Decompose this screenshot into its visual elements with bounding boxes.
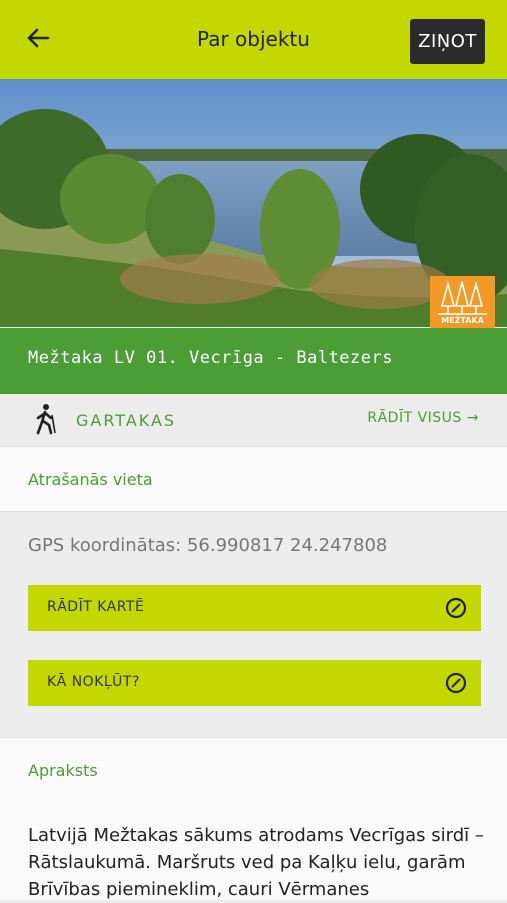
svg-text:MEŽTAKA: MEŽTAKA	[441, 314, 484, 325]
description-text: Latvijā Mežtakas sākums atrodams Vecrīga…	[28, 825, 484, 900]
gps-coordinates: GPS koordinātas: 56.990817 24.247808	[28, 535, 388, 556]
top-app-bar: Par objektu ZIŅOT	[0, 0, 507, 79]
description-section-title: Apraksts	[28, 761, 98, 780]
compass-icon	[445, 597, 467, 619]
meztaka-logo: MEŽTAKA	[430, 276, 495, 328]
directions-button[interactable]: KĀ NOKĻŪT?	[28, 660, 481, 706]
location-section-header: Atrašanās vieta	[0, 446, 507, 512]
compass-icon	[445, 672, 467, 694]
object-name-bar: Mežtaka LV 01. Vecrīga - Baltezers	[0, 328, 507, 394]
object-name: Mežtaka LV 01. Vecrīga - Baltezers	[28, 348, 393, 368]
show-all-link[interactable]: RĀDĪT VISUS →	[367, 410, 479, 426]
directions-label: KĀ NOKĻŪT?	[47, 674, 140, 690]
show-on-map-label: RĀDĪT KARTĒ	[47, 599, 145, 615]
category-row: GARTAKAS RĀDĪT VISUS →	[0, 395, 507, 445]
hiker-icon	[36, 404, 56, 435]
category-label: GARTAKAS	[76, 411, 177, 430]
location-section-title: Atrašanās vieta	[28, 470, 153, 489]
show-on-map-button[interactable]: RĀDĪT KARTĒ	[28, 585, 481, 631]
report-button[interactable]: ZIŅOT	[410, 19, 485, 64]
description-section-header: Apraksts	[0, 737, 507, 803]
